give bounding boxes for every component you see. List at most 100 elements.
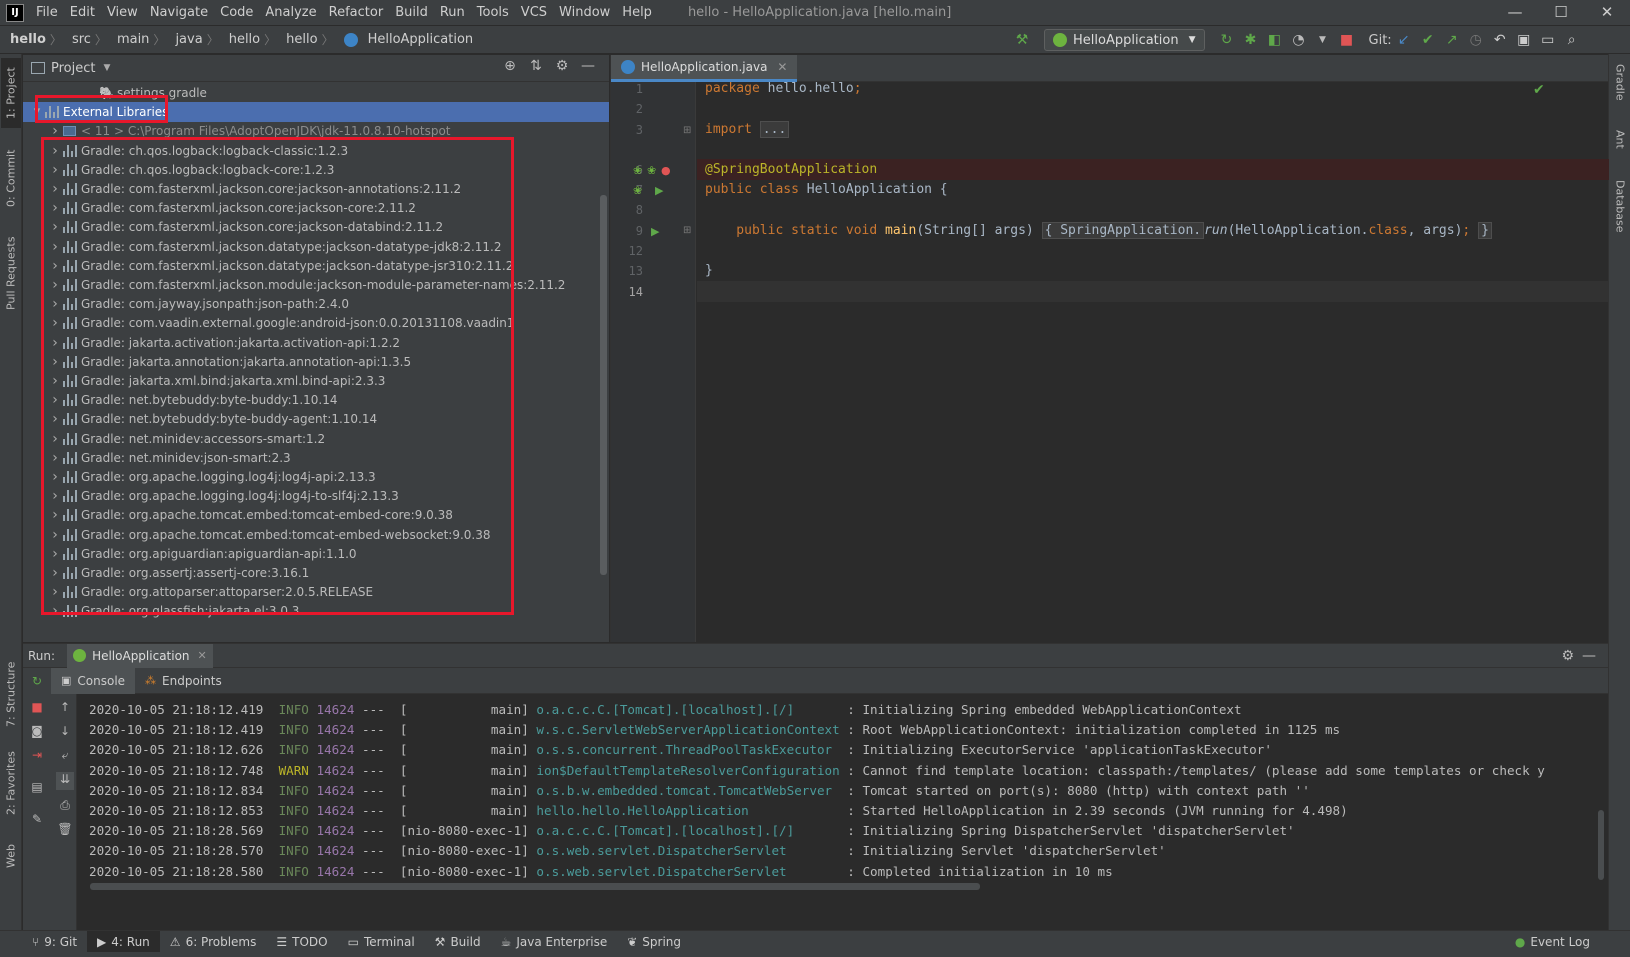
breadcrumb-item[interactable]: HelloApplication (358, 32, 476, 47)
tree-row[interactable]: › Gradle: com.fasterxml.jackson.datatype:… (23, 256, 609, 276)
chevron-right-icon[interactable]: › (49, 409, 61, 429)
tree-row[interactable]: › Gradle: jakarta.xml.bind:jakarta.xml.bi… (23, 371, 609, 391)
menu-refactor[interactable]: Refactor (323, 0, 390, 25)
arrow-down-icon[interactable]: ↓ (56, 724, 74, 742)
tab-commit[interactable]: 0: Commit (1, 142, 21, 214)
tab-ant[interactable]: Ant (1610, 130, 1630, 166)
chevron-right-icon[interactable]: › (49, 525, 61, 545)
menu-help[interactable]: Help (616, 0, 658, 25)
breadcrumb-item[interactable]: hello (219, 32, 262, 47)
bottom-tab-todo[interactable]: ☰ TODO (266, 931, 337, 953)
chevron-right-icon[interactable]: › (49, 256, 61, 276)
code-line[interactable] (697, 281, 1609, 302)
bottom-tab-java-enterprise[interactable]: ☕ Java Enterprise (491, 931, 618, 953)
chevron-right-icon[interactable]: › (49, 121, 61, 141)
code-line[interactable]: import ... (697, 119, 1609, 140)
tab-gradle[interactable]: Gradle (1610, 64, 1630, 120)
run-gutter-icon[interactable]: ▶ (651, 225, 659, 238)
tab-endpoints[interactable]: ⁂ Endpoints (135, 668, 232, 694)
tab-favorites[interactable]: 2: Favorites (1, 744, 21, 822)
stop-icon[interactable]: ■ (1335, 29, 1359, 51)
maximize-button[interactable]: ☐ (1538, 0, 1584, 25)
tab-console[interactable]: ▣ Console (51, 667, 136, 694)
breadcrumb-item[interactable]: hello (0, 32, 48, 47)
code-line[interactable]: package hello.hello; (697, 78, 1609, 99)
profile-icon[interactable]: ◔ (1287, 29, 1311, 51)
chevron-right-icon[interactable]: › (49, 294, 61, 314)
hide-icon[interactable]: — (1582, 648, 1596, 664)
tab-web[interactable]: Web (1, 836, 21, 876)
code-line[interactable] (697, 199, 1609, 220)
menu-analyze[interactable]: Analyze (259, 0, 322, 25)
run-config-selector[interactable]: HelloApplication ▼ (1044, 29, 1205, 51)
chevron-right-icon[interactable]: › (49, 352, 61, 372)
tab-pull-requests[interactable]: Pull Requests (1, 229, 21, 317)
tree-row[interactable]: › Gradle: net.bytebuddy:byte-buddy-agent:… (23, 409, 609, 429)
tree-row[interactable]: › Gradle: ch.qos.logback:logback-core:1.2… (23, 160, 609, 180)
chevron-right-icon[interactable]: › (49, 544, 61, 564)
chevron-right-icon[interactable]: › (49, 429, 61, 449)
search-icon[interactable]: ⌕ (1560, 29, 1584, 51)
bean-icon[interactable]: ❀ (633, 184, 642, 197)
code-line[interactable]: } (697, 260, 1609, 281)
gear-icon[interactable]: ⚙ (1561, 648, 1574, 664)
soft-wrap-icon[interactable]: ⤶ (56, 748, 74, 766)
event-log-button[interactable]: ● Event Log (1505, 931, 1600, 953)
pin-icon[interactable]: ✎ (28, 812, 46, 830)
tree-row[interactable]: › < 11 > C:\Program Files\AdoptOpenJDK\jd… (23, 121, 609, 141)
rollback-icon[interactable]: ↶ (1488, 29, 1512, 51)
chevron-right-icon[interactable]: › (49, 467, 61, 487)
menu-build[interactable]: Build (389, 0, 434, 25)
chevron-right-icon[interactable]: › (49, 486, 61, 506)
collapse-all-icon[interactable]: ⇅ (523, 58, 549, 74)
trash-icon[interactable]: 🗑 (56, 822, 74, 840)
project-scrollbar[interactable] (600, 195, 607, 575)
menu-view[interactable]: View (101, 0, 144, 25)
profile-dropdown-icon[interactable]: ▼ (1311, 29, 1335, 51)
menu-edit[interactable]: Edit (64, 0, 101, 25)
coverage-icon[interactable]: ◧ (1263, 29, 1287, 51)
breadcrumb-item[interactable]: main (107, 32, 151, 47)
chevron-right-icon[interactable]: › (49, 390, 61, 410)
menu-navigate[interactable]: Navigate (144, 0, 214, 25)
chevron-right-icon[interactable]: › (49, 333, 61, 353)
menu-code[interactable]: Code (214, 0, 259, 25)
locate-icon[interactable]: ⊕ (497, 58, 523, 74)
bottom-tab-terminal[interactable]: ▭ Terminal (338, 931, 425, 953)
chevron-right-icon[interactable]: › (49, 237, 61, 257)
chevron-right-icon[interactable]: › (49, 601, 61, 621)
history-icon[interactable]: ◷ (1464, 29, 1488, 51)
tree-row[interactable]: › Gradle: ch.qos.logback:logback-classic:… (23, 141, 609, 161)
close-icon[interactable]: ✕ (198, 649, 207, 662)
chevron-right-icon[interactable]: › (49, 448, 61, 468)
run-gutter-icon[interactable]: ▶ (655, 184, 663, 197)
tree-row[interactable]: › Gradle: net.minidev:json-smart:2.3 (23, 448, 609, 468)
tab-database[interactable]: Database (1610, 180, 1630, 246)
code-line[interactable] (697, 240, 1609, 261)
tree-row[interactable]: ▾ External Libraries (23, 102, 609, 123)
chevron-right-icon[interactable]: › (49, 160, 61, 180)
chevron-right-icon[interactable]: › (49, 179, 61, 199)
tree-row[interactable]: › Gradle: org.apache.logging.log4j:log4j-… (23, 486, 609, 506)
tree-row[interactable]: › Gradle: jakarta.annotation:jakarta.anno… (23, 352, 609, 372)
tree-row[interactable]: › Gradle: com.jayway.jsonpath:json-path:2… (23, 294, 609, 314)
tree-row[interactable]: › Gradle: com.vaadin.external.google:andr… (23, 313, 609, 333)
chevron-right-icon[interactable]: › (49, 198, 61, 218)
bottom-tab-6-problems[interactable]: ⚠ 6: Problems (160, 931, 267, 953)
tree-row[interactable]: › Gradle: com.fasterxml.jackson.datatype:… (23, 237, 609, 257)
tree-row[interactable]: › Gradle: org.attoparser:attoparser:2.0.5… (23, 582, 609, 602)
tree-row[interactable]: › Gradle: org.apache.tomcat.embed:tomcat-… (23, 525, 609, 545)
close-window-button[interactable]: ✕ (1584, 0, 1630, 25)
breadcrumb-item[interactable]: src (62, 32, 93, 47)
git-push-icon[interactable]: ↗ (1440, 29, 1464, 51)
code-line[interactable]: @SpringBootApplication (697, 159, 1609, 180)
code-line[interactable] (697, 98, 1609, 119)
tree-row[interactable]: › Gradle: org.apache.logging.log4j:log4j-… (23, 467, 609, 487)
build-hammer-icon[interactable]: ⚒ (1010, 29, 1034, 51)
project-structure-icon[interactable]: ▣ (1512, 29, 1536, 51)
rerun-icon[interactable]: ↻ (1215, 29, 1239, 51)
gear-icon[interactable]: ⚙ (549, 58, 575, 74)
menu-tools[interactable]: Tools (471, 0, 515, 25)
tree-row[interactable]: › Gradle: org.apache.tomcat.embed:tomcat-… (23, 505, 609, 525)
bottom-tab-4-run[interactable]: ▶ 4: Run (87, 930, 160, 953)
